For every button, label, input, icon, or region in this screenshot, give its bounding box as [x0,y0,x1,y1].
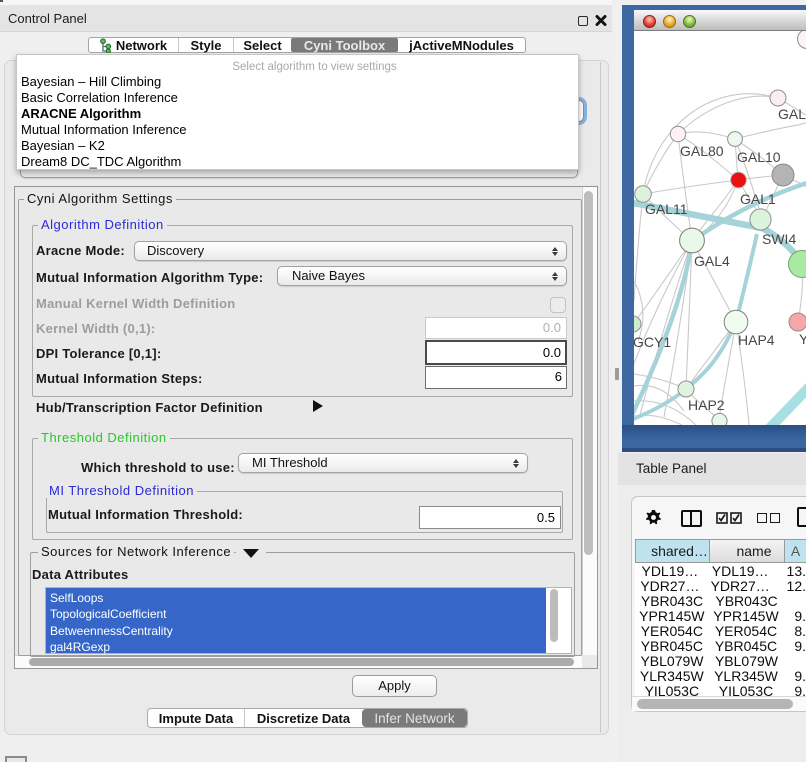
svg-text:HAP4: HAP4 [738,332,775,348]
svg-text:GAL1: GAL1 [740,191,776,207]
svg-text:SWI4: SWI4 [762,231,796,247]
svg-text:GAL2: GAL2 [778,106,806,122]
svg-text:YEL0: YEL0 [799,331,806,347]
svg-text:HAP2: HAP2 [688,397,725,413]
svg-text:GAL10: GAL10 [737,149,781,165]
svg-text:GCY1: GCY1 [634,334,671,350]
svg-text:GAL4: GAL4 [694,253,730,269]
svg-text:GAL11: GAL11 [645,201,688,217]
svg-text:GAL80: GAL80 [680,143,724,159]
